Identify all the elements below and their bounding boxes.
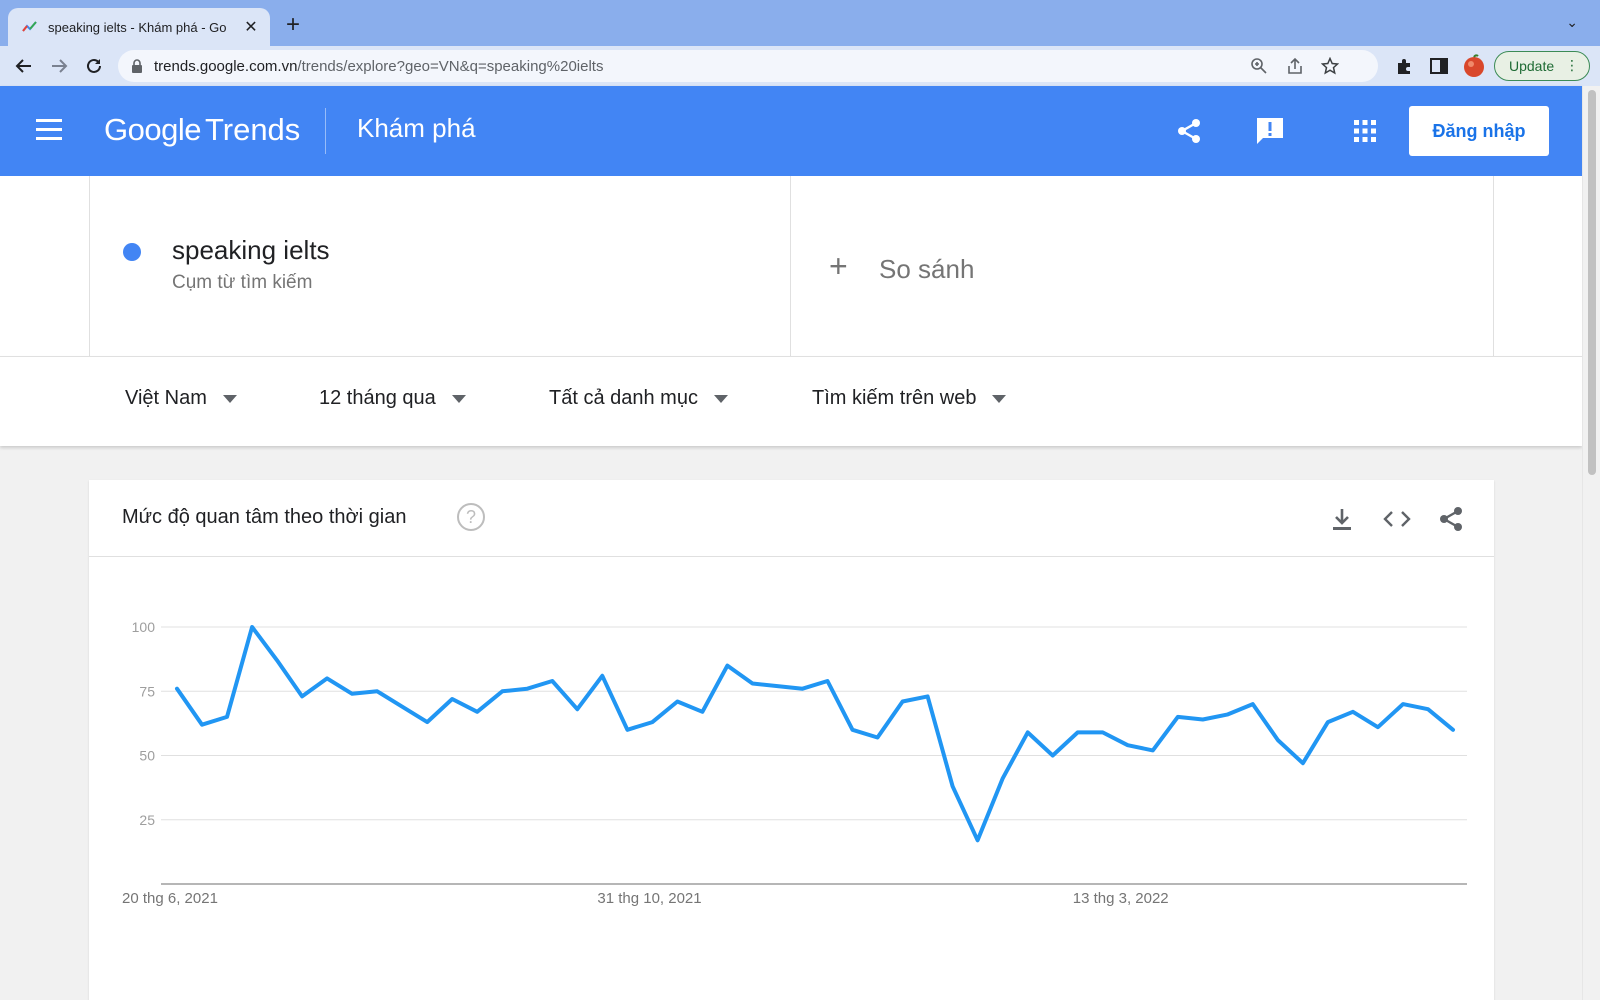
logo-trends-text: Trends <box>204 112 301 147</box>
trends-header: Google Trends Khám phá Đăng nhập <box>0 86 1582 176</box>
y-tick-label: 75 <box>139 683 155 699</box>
address-bar[interactable]: trends.google.com.vn/trends/explore?geo=… <box>118 50 1378 82</box>
share-icon[interactable] <box>1173 115 1205 147</box>
help-icon[interactable]: ? <box>457 503 485 531</box>
category-dropdown[interactable]: Tất cả danh mục <box>549 387 728 410</box>
browser-tab-strip: speaking ielts - Khám phá - Go ✕ + ⌄ <box>0 0 1600 46</box>
tab-title: speaking ielts - Khám phá - Go <box>48 19 227 35</box>
interest-over-time-card: Mức độ quan tâm theo thời gian ? 25 50 75 1… <box>89 480 1494 1000</box>
update-label: Update <box>1509 58 1555 74</box>
download-csv-icon[interactable] <box>1328 505 1356 533</box>
search-term-card[interactable]: speaking ielts Cụm từ tìm kiếm <box>89 176 791 356</box>
sign-in-button[interactable]: Đăng nhập <box>1409 106 1549 156</box>
interest-line-chart: 25 50 75 100 20 thg 6, 2021 31 thg 10, 2021 13… <box>122 619 1467 907</box>
dropdown-caret-icon <box>713 394 728 403</box>
y-tick-label: 50 <box>139 748 155 764</box>
search-type-dropdown[interactable]: Tìm kiếm trên web <box>812 387 1007 410</box>
browser-toolbar: trends.google.com.vn/trends/explore?geo=… <box>0 46 1600 86</box>
filter-bar: Việt Nam 12 tháng qua Tất cả danh mục Tì… <box>0 356 1582 446</box>
lock-icon <box>132 59 142 73</box>
search-term-panel: speaking ielts Cụm từ tìm kiếm + So sánh <box>0 176 1582 356</box>
new-tab-icon[interactable]: + <box>286 13 300 37</box>
dropdown-caret-icon <box>451 394 466 403</box>
back-icon[interactable] <box>12 54 36 78</box>
zoom-icon[interactable] <box>1250 57 1268 75</box>
y-tick-label: 100 <box>132 619 156 635</box>
extensions-puzzle-icon[interactable] <box>1395 56 1415 76</box>
reload-icon[interactable] <box>82 54 106 78</box>
page-title: Khám phá <box>357 113 476 143</box>
url-text: trends.google.com.vn/trends/explore?geo=… <box>154 58 603 75</box>
search-type-label: Tìm kiếm trên web <box>812 387 977 409</box>
time-range-label: 12 tháng qua <box>319 387 436 409</box>
y-tick-label: 25 <box>139 812 155 828</box>
compare-button[interactable]: + So sánh <box>791 176 1494 356</box>
apps-grid-icon[interactable] <box>1349 115 1381 147</box>
trends-favicon-icon <box>22 21 37 32</box>
tab-close-icon[interactable]: ✕ <box>242 17 260 37</box>
google-trends-logo[interactable]: Google Trends <box>104 112 300 148</box>
card-title: Mức độ quan tâm theo thời gian <box>122 506 407 528</box>
browser-tab[interactable]: speaking ielts - Khám phá - Go ✕ <box>8 8 270 46</box>
x-tick-label: 20 thg 6, 2021 <box>122 890 218 907</box>
update-button[interactable]: Update ⋮ <box>1494 51 1590 81</box>
feedback-icon[interactable] <box>1254 115 1286 147</box>
share-chart-icon[interactable] <box>1437 505 1465 533</box>
plus-icon: + <box>829 248 848 284</box>
category-label: Tất cả danh mục <box>549 387 698 409</box>
dropdown-caret-icon <box>992 394 1007 403</box>
search-term-name: speaking ielts <box>172 235 330 265</box>
menu-icon[interactable] <box>36 119 64 143</box>
time-range-dropdown[interactable]: 12 tháng qua <box>319 387 466 410</box>
header-divider <box>325 108 326 154</box>
chevron-down-icon[interactable]: ⌄ <box>1566 14 1578 31</box>
logo-google-text: Google <box>104 112 201 147</box>
series-line <box>175 625 1455 843</box>
url-host: trends.google.com.vn <box>154 57 298 75</box>
share-page-icon[interactable] <box>1286 57 1304 75</box>
page-scrollbar[interactable] <box>1582 86 1600 1000</box>
card-header: Mức độ quan tâm theo thời gian ? <box>89 480 1494 557</box>
region-dropdown[interactable]: Việt Nam <box>125 387 237 410</box>
dropdown-caret-icon <box>222 394 237 403</box>
bookmark-star-icon[interactable] <box>1321 57 1339 75</box>
side-panel-icon[interactable] <box>1429 56 1449 76</box>
embed-code-icon[interactable] <box>1383 505 1411 533</box>
search-term-type: Cụm từ tìm kiếm <box>172 272 313 293</box>
forward-icon[interactable] <box>47 54 71 78</box>
compare-label: So sánh <box>879 254 975 284</box>
scrollbar-thumb[interactable] <box>1588 90 1596 475</box>
profile-avatar-icon[interactable] <box>1462 54 1486 78</box>
term-color-dot <box>123 243 141 261</box>
more-menu-icon[interactable]: ⋮ <box>1565 57 1579 74</box>
url-path: /trends/explore?geo=VN&q=speaking%20ielt… <box>297 57 604 75</box>
x-tick-label: 13 thg 3, 2022 <box>1073 890 1169 907</box>
region-label: Việt Nam <box>125 387 207 409</box>
x-tick-label: 31 thg 10, 2021 <box>597 890 701 907</box>
